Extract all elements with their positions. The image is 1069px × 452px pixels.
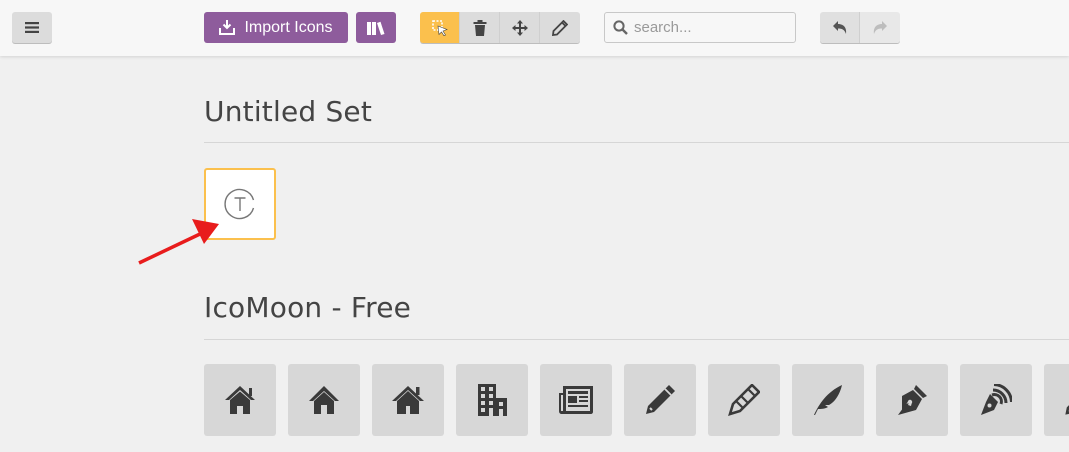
hamburger-icon bbox=[25, 22, 39, 33]
history-group bbox=[820, 12, 900, 43]
icon-tile[interactable] bbox=[708, 364, 780, 436]
set-title-untitled[interactable]: Untitled Set bbox=[204, 95, 372, 128]
search-field[interactable] bbox=[604, 12, 796, 43]
move-tool-button[interactable] bbox=[500, 12, 540, 43]
undo-button[interactable] bbox=[820, 12, 860, 43]
icon-tile[interactable] bbox=[960, 364, 1032, 436]
edit-tool-button[interactable] bbox=[540, 12, 580, 43]
library-icon bbox=[367, 21, 385, 35]
office-icon bbox=[478, 384, 507, 416]
delete-tool-button[interactable] bbox=[460, 12, 500, 43]
undo-icon bbox=[832, 21, 846, 34]
icon-tile[interactable] bbox=[204, 364, 276, 436]
select-icon bbox=[431, 19, 448, 36]
import-icons-label: Import Icons bbox=[244, 18, 333, 36]
icon-tile[interactable] bbox=[372, 364, 444, 436]
icon-tile[interactable] bbox=[624, 364, 696, 436]
trash-icon bbox=[473, 19, 486, 36]
redo-button[interactable] bbox=[860, 12, 900, 43]
icon-tile[interactable] bbox=[792, 364, 864, 436]
pencil-icon bbox=[646, 385, 675, 414]
newspaper-icon bbox=[559, 386, 593, 414]
blog-icon bbox=[981, 384, 1012, 415]
pen-icon bbox=[898, 385, 927, 415]
icon-tile[interactable] bbox=[540, 364, 612, 436]
search-input[interactable] bbox=[634, 19, 784, 36]
icon-tile[interactable] bbox=[1044, 364, 1069, 436]
home-icon bbox=[225, 386, 255, 414]
search-icon bbox=[613, 20, 628, 35]
menu-button[interactable] bbox=[12, 12, 52, 43]
quill-icon bbox=[814, 385, 842, 415]
pencil-icon bbox=[552, 19, 568, 36]
select-tool-button[interactable] bbox=[420, 12, 460, 43]
edit-tools-group bbox=[420, 12, 580, 43]
set-title-icomoon[interactable]: IcoMoon - Free bbox=[204, 291, 411, 324]
icon-tile[interactable] bbox=[288, 364, 360, 436]
divider bbox=[204, 142, 1069, 143]
home2-icon bbox=[309, 386, 339, 414]
move-icon bbox=[511, 19, 528, 36]
top-toolbar: Import Icons bbox=[0, 0, 1069, 56]
library-button[interactable] bbox=[356, 12, 396, 43]
divider bbox=[204, 339, 1069, 340]
icon-grid-row bbox=[204, 364, 1069, 436]
icon-tile[interactable] bbox=[876, 364, 948, 436]
icon-tile[interactable] bbox=[456, 364, 528, 436]
pencil2-icon bbox=[728, 384, 760, 416]
import-icon bbox=[219, 20, 236, 35]
redo-icon bbox=[873, 21, 887, 34]
eyedropper-icon bbox=[1065, 405, 1069, 415]
home3-icon bbox=[392, 386, 424, 414]
glyph-t-circle-icon bbox=[224, 188, 255, 220]
import-icons-button[interactable]: Import Icons bbox=[204, 12, 348, 43]
selected-icon-tile[interactable] bbox=[204, 168, 276, 240]
